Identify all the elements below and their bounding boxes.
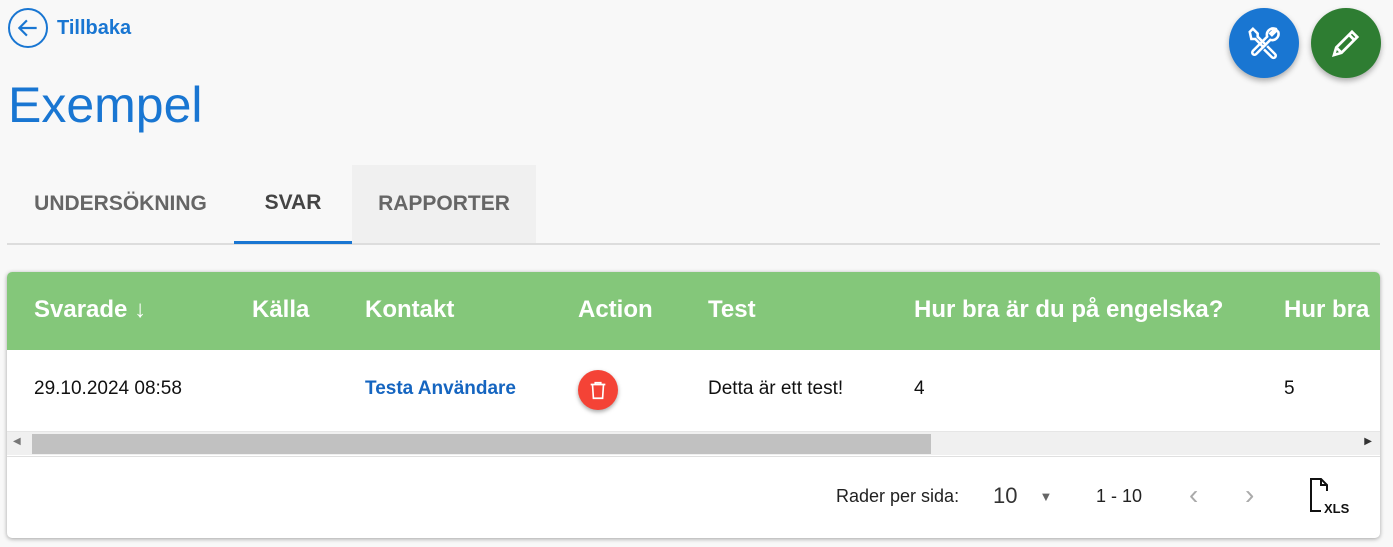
tools-button[interactable] xyxy=(1229,8,1299,78)
delete-button[interactable] xyxy=(578,370,618,410)
scrollbar-thumb[interactable] xyxy=(32,434,931,454)
tools-icon xyxy=(1248,26,1280,60)
caret-down-icon: ▼ xyxy=(1039,488,1053,504)
tab-rapporter[interactable]: RAPPORTER xyxy=(352,165,536,243)
cell-engelska: 4 xyxy=(914,378,925,399)
edit-button[interactable] xyxy=(1311,8,1381,78)
cell-hur-bra: 5 xyxy=(1284,378,1295,399)
responses-table: Svarade ↓ Källa Kontakt Action Test Hur … xyxy=(7,272,1380,538)
column-engelska[interactable]: Hur bra är du på engelska? xyxy=(914,296,1223,324)
back-link[interactable]: Tillbaka xyxy=(8,8,131,48)
arrow-left-icon xyxy=(8,8,48,48)
table-header: Svarade ↓ Källa Kontakt Action Test Hur … xyxy=(7,272,1380,350)
scroll-right-icon[interactable]: ▶ xyxy=(1364,436,1372,447)
rows-per-page-select[interactable]: 10 ▼ xyxy=(993,483,1052,509)
page-range: 1 - 10 xyxy=(1096,486,1143,506)
prev-page-button[interactable]: ‹ xyxy=(1189,479,1198,511)
column-kalla[interactable]: Källa xyxy=(252,296,309,324)
pagination: Rader per sida: 10 ▼ 1 - 10 ‹ › XLS xyxy=(7,456,1380,538)
page-title: Exempel xyxy=(8,77,203,133)
export-xls-button[interactable]: XLS xyxy=(1307,475,1353,521)
column-action[interactable]: Action xyxy=(578,296,653,324)
contact-link[interactable]: Testa Användare xyxy=(365,378,516,400)
next-page-button[interactable]: › xyxy=(1245,479,1254,511)
pencil-icon xyxy=(1331,29,1360,58)
cell-test: Detta är ett test! xyxy=(708,378,844,399)
cell-svarade: 29.10.2024 08:58 xyxy=(34,378,182,399)
column-test[interactable]: Test xyxy=(708,296,756,324)
horizontal-scrollbar[interactable]: ◀ ▶ xyxy=(7,431,1380,455)
table-row: 29.10.2024 08:58 Testa Användare Detta ä… xyxy=(7,350,1380,431)
trash-icon xyxy=(590,381,606,400)
tab-undersokning[interactable]: UNDERSÖKNING xyxy=(7,165,234,243)
column-svarade[interactable]: Svarade ↓ xyxy=(34,296,146,324)
column-kontakt[interactable]: Kontakt xyxy=(365,296,454,324)
rows-per-page-label: Rader per sida: xyxy=(836,486,960,506)
sort-down-icon: ↓ xyxy=(134,296,147,323)
tab-svar[interactable]: SVAR xyxy=(234,165,352,244)
tab-bar: UNDERSÖKNING SVAR RAPPORTER xyxy=(7,165,1380,245)
column-hur-bra[interactable]: Hur bra xyxy=(1284,296,1369,324)
scroll-left-icon[interactable]: ◀ xyxy=(13,436,21,447)
back-label: Tillbaka xyxy=(57,16,132,39)
